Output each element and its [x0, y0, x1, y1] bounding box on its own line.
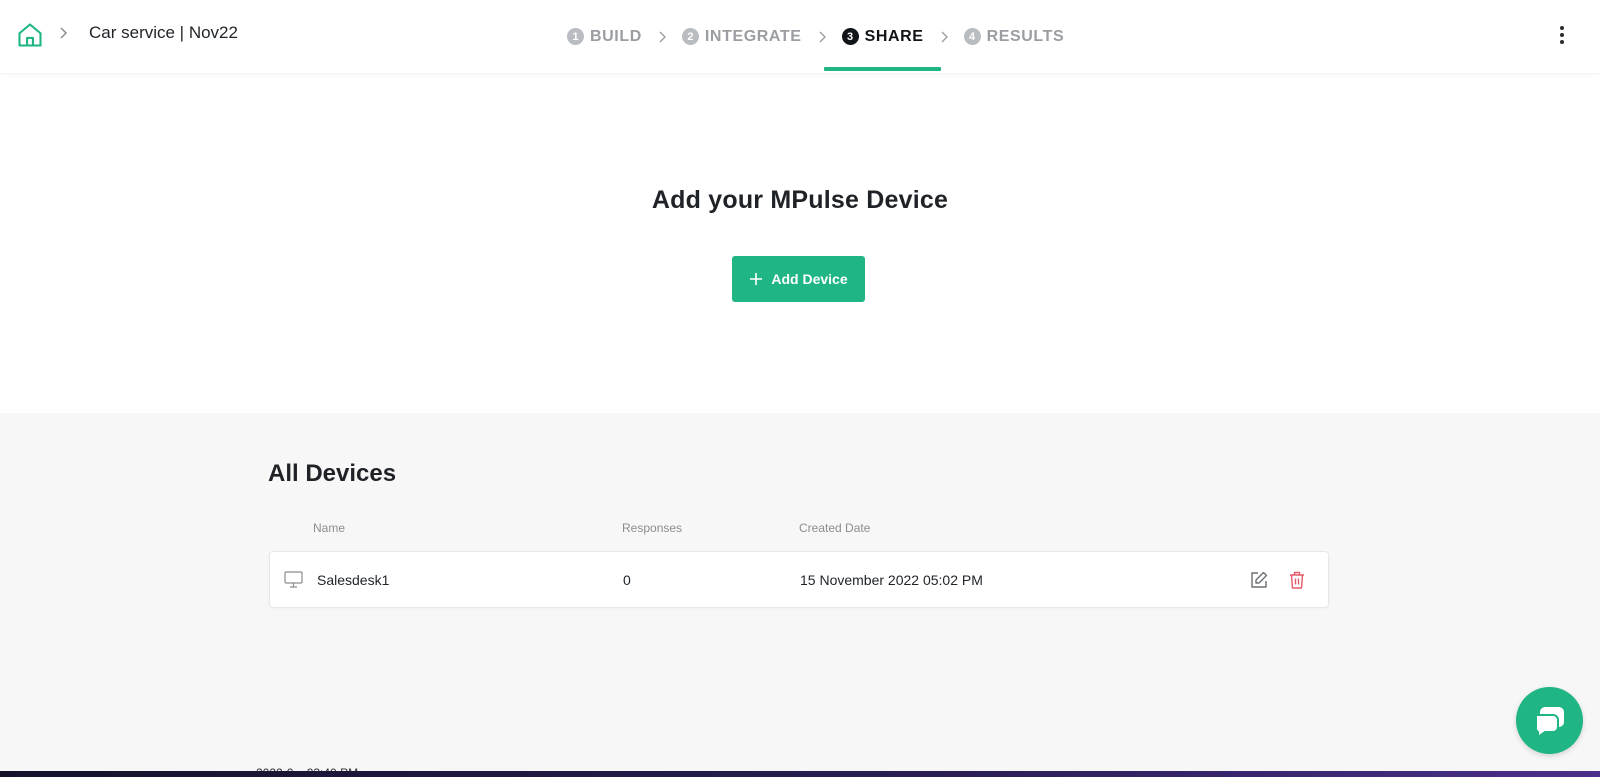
device-created-date: 15 November 2022 05:02 PM	[800, 572, 983, 588]
chevron-right-icon	[60, 27, 68, 39]
add-device-section: Add your MPulse Device Add Device	[0, 73, 1600, 413]
chevron-right-icon	[941, 31, 948, 42]
background-page-strip	[0, 771, 1600, 777]
background-page-text: 2022-0... 03:40 PM	[256, 766, 358, 771]
home-icon[interactable]	[16, 21, 44, 49]
step-number: 1	[567, 28, 584, 45]
step-label: SHARE	[864, 27, 924, 45]
column-header-responses[interactable]: Responses	[622, 521, 682, 535]
chat-icon	[1534, 706, 1564, 739]
step-number: 3	[841, 28, 859, 45]
step-label: BUILD	[590, 27, 642, 45]
step-number: 2	[681, 28, 699, 45]
top-bar: Car service | Nov22 1 BUILD 2 INTEGRATE …	[0, 0, 1600, 73]
hero-title: Add your MPulse Device	[651, 186, 949, 214]
step-number: 4	[963, 28, 981, 45]
step-build[interactable]: 1 BUILD	[567, 0, 642, 73]
more-vertical-icon[interactable]	[1552, 24, 1572, 46]
step-label: RESULTS	[986, 27, 1065, 45]
step-share[interactable]: 3 SHARE	[823, 0, 941, 73]
column-header-name[interactable]: Name	[313, 521, 345, 535]
device-responses: 0	[623, 572, 631, 588]
trash-icon[interactable]	[1288, 570, 1306, 590]
add-device-button[interactable]: Add Device	[732, 256, 865, 302]
wizard-steps: 1 BUILD 2 INTEGRATE 3 SHARE 4 RESULTS	[567, 0, 1064, 73]
app-window: Car service | Nov22 1 BUILD 2 INTEGRATE …	[0, 0, 1600, 771]
step-integrate[interactable]: 2 INTEGRATE	[681, 0, 802, 73]
devices-title: All Devices	[268, 460, 397, 487]
column-header-created-date[interactable]: Created Date	[799, 521, 870, 535]
table-row[interactable]: Salesdesk1 0 15 November 2022 05:02 PM	[269, 551, 1329, 608]
monitor-icon	[284, 571, 303, 588]
project-title[interactable]: Car service | Nov22	[89, 23, 238, 43]
chevron-right-icon	[819, 31, 826, 42]
chevron-right-icon	[659, 31, 666, 42]
add-device-button-label: Add Device	[771, 271, 848, 287]
step-results[interactable]: 4 RESULTS	[963, 0, 1065, 73]
edit-icon[interactable]	[1249, 570, 1269, 590]
device-name[interactable]: Salesdesk1	[317, 572, 389, 588]
plus-icon	[750, 273, 763, 285]
chat-widget-button[interactable]	[1516, 687, 1583, 754]
step-label: INTEGRATE	[704, 27, 802, 45]
